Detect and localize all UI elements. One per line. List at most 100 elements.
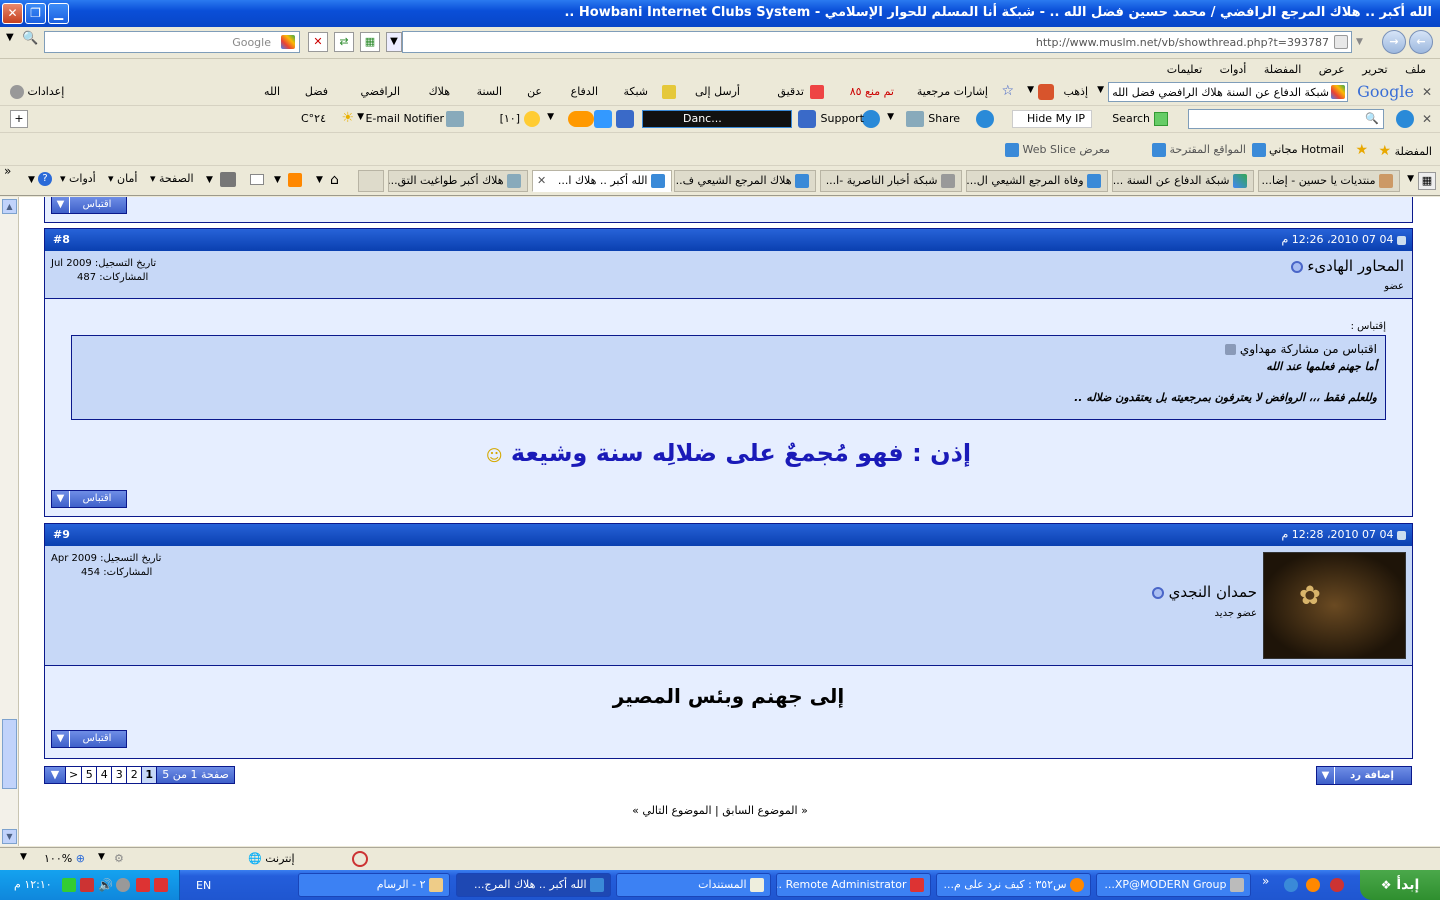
- post-9-number[interactable]: #9: [53, 528, 70, 541]
- address-input[interactable]: http://www.muslm.net/vb/showthread.php?t…: [402, 31, 1352, 53]
- radio-player[interactable]: Danc...: [642, 110, 792, 128]
- favorites-button[interactable]: المفضلة ★: [1379, 143, 1432, 159]
- taskbar-firefox[interactable]: س٣٥٢ : كيف نرد على م...: [936, 873, 1091, 897]
- quicklaunch-ie-icon[interactable]: [1284, 878, 1298, 892]
- email-notifier-button[interactable]: E-mail Notifier: [365, 112, 444, 125]
- taskbar-browser[interactable]: الله أكبر .. هلاك المرج...: [456, 873, 611, 897]
- taskbar-modern-group[interactable]: XP@MODERN Group...: [1096, 873, 1251, 897]
- tab-6-active[interactable]: الله أكبر .. هلاك ا... ✕: [532, 170, 672, 192]
- add-toolbar-icon[interactable]: +: [10, 110, 28, 128]
- post-9-username[interactable]: حمدان النجدي: [1149, 583, 1257, 601]
- menu-edit[interactable]: تحرير: [1362, 60, 1387, 80]
- chat-icon[interactable]: [568, 111, 594, 127]
- home-dropdown-icon[interactable]: ▼: [316, 175, 323, 185]
- reply-button[interactable]: ▼ إضافة رد: [1316, 766, 1412, 785]
- send-to-button[interactable]: أرسل إلى: [695, 85, 740, 98]
- media-icon[interactable]: [616, 110, 634, 128]
- clock[interactable]: ١٢:١٠ م: [14, 878, 52, 891]
- search-button[interactable]: Search: [1112, 112, 1150, 125]
- quicklaunch-firefox-icon[interactable]: [1306, 878, 1320, 892]
- favorite-suggested-sites[interactable]: المواقع المقترحة: [1151, 143, 1246, 157]
- post-9-avatar[interactable]: ✿: [1263, 552, 1406, 659]
- tab-3[interactable]: وفاة المرجع الشيعي ال...: [966, 170, 1108, 192]
- support-button[interactable]: Support: [821, 112, 864, 125]
- restore-window-button[interactable]: ❐: [25, 3, 46, 24]
- menu-tools[interactable]: أدوات: [1220, 60, 1247, 80]
- previous-quote-button[interactable]: ▼ اقتباس: [51, 197, 127, 214]
- home-icon[interactable]: ⌂: [330, 172, 339, 188]
- print-icon[interactable]: [220, 172, 236, 187]
- spellcheck-button[interactable]: تدقيق: [777, 85, 804, 98]
- forward-icon[interactable]: →: [1382, 30, 1406, 54]
- pager-next[interactable]: >: [65, 767, 81, 783]
- scroll-down-icon[interactable]: ▼: [2, 829, 17, 844]
- pager-dropdown-icon[interactable]: ▼: [45, 767, 65, 783]
- tab-1[interactable]: منتديات يا حسين - إضا...: [1258, 170, 1400, 192]
- menu-file[interactable]: ملف: [1405, 60, 1426, 80]
- compatibility-icon[interactable]: ▦: [360, 32, 380, 52]
- taskbar-documents[interactable]: المستندات: [616, 873, 771, 897]
- safety-menu[interactable]: أمان ▾: [108, 172, 137, 185]
- toolbar-close-icon[interactable]: ✕: [1422, 85, 1432, 99]
- stop-icon[interactable]: ✕: [308, 32, 328, 52]
- history-dropdown-icon[interactable]: ▼: [1356, 37, 1363, 47]
- quicklaunch-opera-icon[interactable]: [1330, 878, 1344, 892]
- toolbar-word-8[interactable]: الله: [264, 85, 280, 98]
- addon-shield-icon[interactable]: [976, 110, 994, 128]
- protected-mode-dropdown-icon[interactable]: ▼: [98, 852, 105, 862]
- add-favorite-icon[interactable]: ★: [1355, 142, 1368, 158]
- mail-icon[interactable]: [250, 174, 264, 185]
- search-icon[interactable]: 🔍: [22, 31, 38, 46]
- protected-mode-icon[interactable]: ⚙: [114, 852, 124, 865]
- vertical-scrollbar[interactable]: ▲ ▼: [0, 197, 19, 846]
- favorite-web-slice[interactable]: معرض Web Slice: [1005, 143, 1110, 157]
- search-go-icon[interactable]: [1154, 112, 1168, 126]
- search-options-dropdown-icon[interactable]: ▼: [1027, 85, 1034, 95]
- pager-page-2[interactable]: 2: [126, 767, 141, 783]
- close-window-button[interactable]: ✕: [2, 3, 23, 24]
- minimize-window-button[interactable]: ▁: [48, 3, 69, 24]
- popup-blocked-icon[interactable]: [352, 851, 368, 867]
- address-dropdown-icon[interactable]: ▼: [386, 32, 402, 52]
- rss-icon[interactable]: [288, 173, 302, 187]
- tab-close-icon[interactable]: ✕: [537, 171, 546, 191]
- language-indicator[interactable]: EN: [196, 879, 211, 892]
- settings-button[interactable]: إعدادات: [10, 85, 64, 99]
- menu-favorites[interactable]: المفضلة: [1264, 60, 1301, 80]
- tray-icon-5[interactable]: [154, 878, 168, 892]
- temperature[interactable]: ٢٤°C: [301, 112, 326, 125]
- post-9-quote-button[interactable]: ▼ اقتباس: [51, 730, 127, 748]
- toolbar-word-6[interactable]: الرافضي: [361, 85, 401, 98]
- scroll-up-icon[interactable]: ▲: [2, 199, 17, 214]
- google-search-dropdown-icon[interactable]: ▼: [1097, 85, 1104, 95]
- scroll-thumb[interactable]: [2, 719, 17, 789]
- view-post-icon[interactable]: [1225, 344, 1237, 355]
- new-tab-button[interactable]: [358, 170, 384, 192]
- post-8-quote-button[interactable]: ▼ اقتباس: [51, 490, 127, 508]
- tray-icon-4[interactable]: [136, 878, 150, 892]
- pager-page-4[interactable]: 4: [96, 767, 111, 783]
- tools-menu[interactable]: أدوات ▾: [60, 172, 96, 185]
- share-button[interactable]: Share: [928, 112, 960, 125]
- quicklaunch-chevron-icon[interactable]: »: [1262, 874, 1269, 888]
- post-8-number[interactable]: #8: [53, 233, 70, 246]
- tab-7[interactable]: هلاك أكبر طواغيت التق...: [388, 170, 528, 192]
- start-button[interactable]: إبدأ ❖: [1360, 870, 1440, 900]
- menu-view[interactable]: عرض: [1319, 60, 1345, 80]
- back-icon[interactable]: ←: [1409, 30, 1433, 54]
- toolbar-word-1[interactable]: شبكة: [623, 85, 648, 98]
- support-dropdown-icon[interactable]: ▼: [887, 112, 894, 122]
- help-icon[interactable]: ?: [38, 172, 52, 186]
- app-icon[interactable]: [798, 110, 816, 128]
- toolbar-word-7[interactable]: فضل: [305, 85, 328, 98]
- quick-tabs-icon[interactable]: ▦: [1418, 172, 1436, 190]
- window-titlebar[interactable]: ✕ ❐ ▁ الله أكبر .. هلاك المرجع الرافضي /…: [0, 0, 1440, 27]
- help-dropdown-icon[interactable]: ▼: [28, 175, 35, 185]
- go-button[interactable]: إذهب: [1063, 85, 1088, 98]
- toolbar-word-2[interactable]: الدفاع: [571, 85, 598, 98]
- favorite-hotmail[interactable]: Hotmail مجاني: [1251, 143, 1344, 157]
- tab-2[interactable]: شبكة الدفاع عن السنة ...: [1112, 170, 1254, 192]
- zoom-level[interactable]: ١٠٠% ⊕: [44, 852, 85, 865]
- tray-icon-3[interactable]: [116, 878, 130, 892]
- popup-blocker-button[interactable]: تم منع ٨٥: [850, 85, 894, 98]
